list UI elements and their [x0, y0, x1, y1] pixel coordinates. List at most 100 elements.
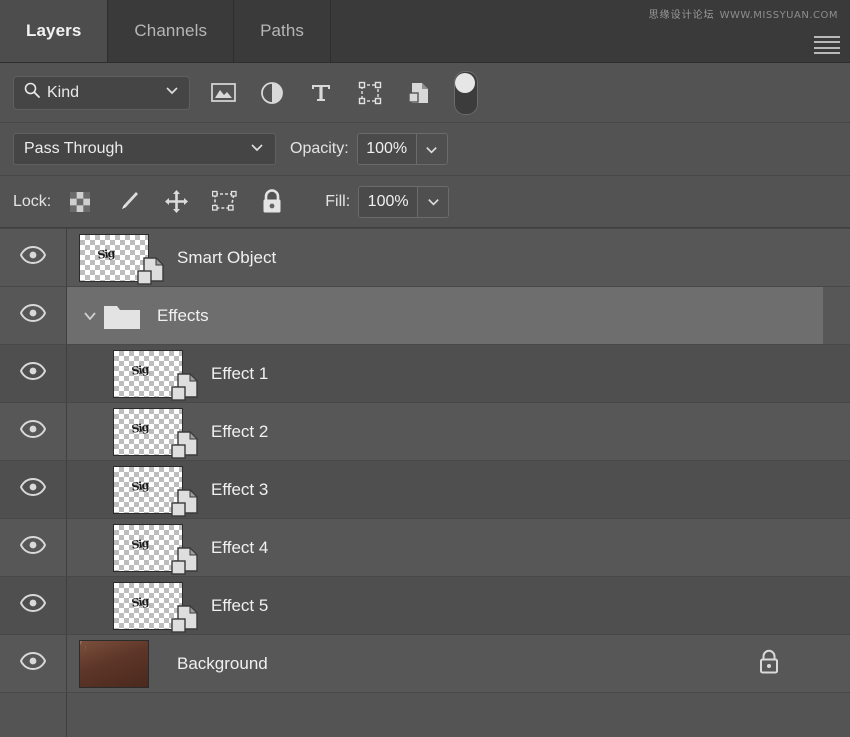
layer-visibility-toggle[interactable]	[0, 461, 67, 518]
layer-row-body[interactable]: Sig Effect 3	[67, 461, 823, 518]
opacity-value[interactable]: 100%	[358, 134, 417, 164]
layer-thumbnail[interactable]: Sig	[113, 408, 183, 456]
layer-row-body[interactable]: Sig Effect 5	[67, 577, 823, 634]
smart-object-badge-icon	[171, 431, 199, 461]
layer-name[interactable]: Background	[177, 654, 268, 674]
layer-visibility-toggle[interactable]	[0, 577, 67, 634]
layer-name[interactable]: Effect 4	[211, 538, 268, 558]
watermark: 思缘设计论坛 WWW.MISSYUAN.COM	[649, 6, 838, 21]
layer-name[interactable]: Effect 2	[211, 422, 268, 442]
layer-row-body[interactable]: Background	[67, 635, 823, 692]
tab-layers-label: Layers	[26, 21, 81, 41]
filter-kind-dropdown[interactable]: Kind	[13, 76, 190, 110]
eye-icon	[20, 420, 46, 443]
watermark-chinese-text: 思缘设计论坛	[649, 10, 715, 21]
layer-row-body[interactable]: Sig Effect 4	[67, 519, 823, 576]
layer-scroll-column[interactable]	[823, 287, 850, 344]
layer-scroll-column[interactable]	[823, 345, 850, 402]
layer-name[interactable]: Effects	[157, 306, 209, 326]
eye-icon	[20, 362, 46, 385]
hamburger-line	[814, 41, 840, 43]
hamburger-line	[814, 36, 840, 38]
layer-row[interactable]: Sig Effect 5	[0, 577, 850, 635]
watermark-url-text: WWW.MISSYUAN.COM	[720, 10, 838, 21]
layer-scroll-column[interactable]	[823, 403, 850, 460]
lock-artboard-nesting-icon[interactable]	[211, 189, 237, 215]
layer-thumbnail[interactable]: Sig	[113, 350, 183, 398]
eye-icon	[20, 652, 46, 675]
eye-icon	[20, 478, 46, 501]
thumbnail-artwork-mark: Sig	[97, 247, 127, 268]
layer-thumbnail[interactable]: Sig	[79, 234, 149, 282]
type-layer-filter-icon[interactable]	[308, 80, 334, 106]
thumbnail-artwork-mark: Sig	[131, 421, 161, 442]
layer-visibility-toggle[interactable]	[0, 229, 67, 286]
eye-icon	[20, 536, 46, 559]
layer-thumbnail[interactable]: Sig	[113, 466, 183, 514]
tab-paths[interactable]: Paths	[234, 0, 331, 62]
empty-eye-column	[0, 693, 67, 737]
fill-field[interactable]: 100%	[358, 186, 449, 218]
layer-row[interactable]: Sig Effect 3	[0, 461, 850, 519]
fill-value[interactable]: 100%	[359, 187, 418, 217]
layer-row-body[interactable]: Sig Effect 1	[67, 345, 823, 402]
layer-scroll-column[interactable]	[823, 519, 850, 576]
tab-channels[interactable]: Channels	[108, 0, 234, 62]
adjustment-layer-filter-icon[interactable]	[259, 80, 285, 106]
eye-icon	[20, 246, 46, 269]
lock-label: Lock:	[13, 193, 51, 211]
lock-all-icon[interactable]	[259, 189, 285, 215]
lock-image-pixels-icon[interactable]	[115, 189, 141, 215]
layer-name[interactable]: Effect 5	[211, 596, 268, 616]
smart-object-filter-icon[interactable]	[406, 80, 432, 106]
filter-enable-toggle[interactable]	[454, 71, 478, 115]
lock-transparent-pixels-icon[interactable]	[67, 189, 93, 215]
thumbnail-artwork-mark: Sig	[131, 363, 161, 384]
layer-thumbnail[interactable]: Sig	[113, 524, 183, 572]
layer-visibility-toggle[interactable]	[0, 287, 67, 344]
tab-layers[interactable]: Layers	[0, 0, 108, 62]
layer-scroll-column[interactable]	[823, 229, 850, 286]
panel-tab-bar: Layers Channels Paths 思缘设计论坛 WWW.MISSYUAN…	[0, 0, 850, 63]
layer-visibility-toggle[interactable]	[0, 635, 67, 692]
layer-visibility-toggle[interactable]	[0, 345, 67, 402]
layer-visibility-toggle[interactable]	[0, 519, 67, 576]
layer-scroll-column[interactable]	[823, 635, 850, 692]
hamburger-line	[814, 52, 840, 54]
shape-layer-filter-icon[interactable]	[357, 80, 383, 106]
opacity-dropdown-icon[interactable]	[417, 134, 447, 164]
layer-row[interactable]: Sig Effect 1	[0, 345, 850, 403]
lock-position-icon[interactable]	[163, 189, 189, 215]
pixel-layer-filter-icon[interactable]	[210, 80, 236, 106]
layer-thumbnail[interactable]: Sig	[113, 582, 183, 630]
toggle-knob	[455, 73, 475, 93]
smart-object-badge-icon	[171, 605, 199, 635]
layer-row[interactable]: Background	[0, 635, 850, 693]
opacity-label: Opacity:	[290, 140, 349, 158]
layer-scroll-column[interactable]	[823, 461, 850, 518]
blend-mode-dropdown[interactable]: Pass Through	[13, 133, 276, 165]
layer-scroll-column[interactable]	[823, 577, 850, 634]
chevron-down-icon[interactable]	[79, 307, 101, 325]
layer-row[interactable]: Sig Effect 4	[0, 519, 850, 577]
magnifier-icon	[23, 81, 41, 104]
layer-row-body[interactable]: Effects	[67, 287, 823, 344]
opacity-field[interactable]: 100%	[357, 133, 448, 165]
fill-dropdown-icon[interactable]	[418, 187, 448, 217]
blend-mode-value: Pass Through	[24, 140, 249, 158]
layers-panel: Layers Channels Paths 思缘设计论坛 WWW.MISSYUAN…	[0, 0, 850, 715]
layer-thumbnail[interactable]	[79, 640, 149, 688]
layer-row[interactable]: Sig Effect 2	[0, 403, 850, 461]
layer-row-body[interactable]: Sig Effect 2	[67, 403, 823, 460]
layer-row[interactable]: Sig Smart Object	[0, 229, 850, 287]
folder-icon	[103, 302, 141, 330]
layer-name[interactable]: Effect 3	[211, 480, 268, 500]
layer-name[interactable]: Effect 1	[211, 364, 268, 384]
layer-visibility-toggle[interactable]	[0, 403, 67, 460]
hamburger-menu-icon[interactable]	[814, 36, 840, 54]
layer-name[interactable]: Smart Object	[177, 248, 276, 268]
layer-row[interactable]: Effects	[0, 287, 850, 345]
hamburger-line	[814, 47, 840, 49]
filter-icon-group	[210, 80, 432, 106]
layer-row-body[interactable]: Sig Smart Object	[67, 229, 823, 286]
